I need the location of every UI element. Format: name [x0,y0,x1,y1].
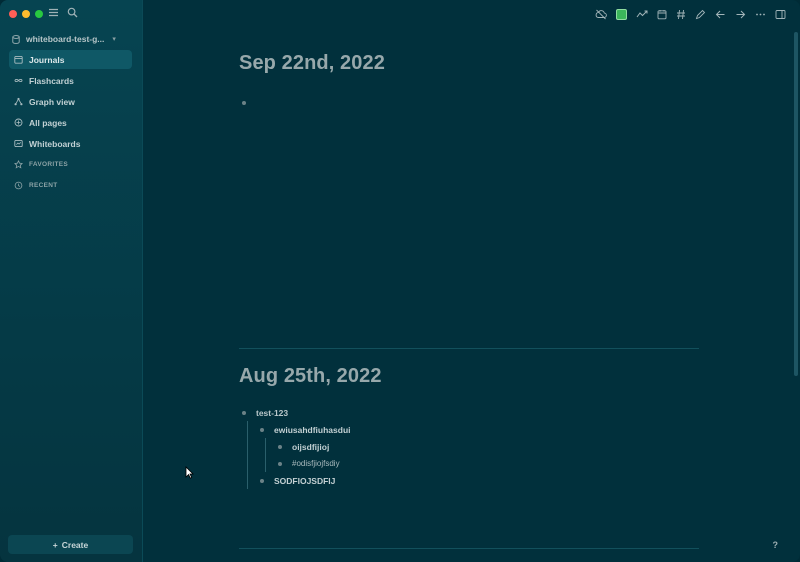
history-icon [14,181,23,190]
maximize-window-button[interactable] [35,10,43,18]
hashtag-icon[interactable] [676,9,686,20]
journal-entry: Sep 22nd, 2022 [239,52,699,110]
plus-icon: + [52,539,58,550]
journal-divider [239,548,699,549]
graph-name: whiteboard-test-g... [26,34,105,44]
calendar-icon [14,55,23,64]
top-toolbar [595,7,800,21]
sync-status-icon[interactable] [616,8,627,20]
block[interactable]: #odisfjiojfsdiy [278,455,699,472]
sidebar-item-whiteboards[interactable]: Whiteboards [9,134,132,153]
help-button[interactable]: ? [773,540,779,550]
pages-icon [14,118,23,127]
chevron-down-icon: ▾ [112,36,116,43]
search-icon[interactable] [67,7,78,18]
sidebar-item-label: Whiteboards [29,138,81,149]
block[interactable]: test-123 [242,404,699,421]
bullet-icon[interactable] [260,427,264,432]
bullet-icon[interactable] [278,461,282,466]
whiteboard-icon [14,139,23,148]
database-icon [12,34,20,44]
block-text[interactable]: oijsdfijioj [292,442,329,452]
sidebar-item-label: Journals [29,54,65,65]
block[interactable]: ewiusahdfiuhasdui [260,421,699,438]
block-children: oijsdfijioj #odisfjiojfsdiy [260,438,699,472]
sidebar-item-journals[interactable]: Journals [9,50,132,69]
sidebar-item-label: Flashcards [29,75,74,86]
bullet-icon[interactable] [242,410,246,415]
arrow-left-icon[interactable] [715,9,726,20]
scrollbar[interactable] [794,32,798,376]
create-button[interactable]: + Create [8,535,133,554]
menu-icon[interactable] [48,7,59,18]
graph-switcher[interactable]: whiteboard-test-g... ▾ [12,32,132,46]
journal-divider [239,348,699,349]
block-text[interactable]: ewiusahdfiuhasdui [274,425,351,435]
recent-label: RECENT [29,182,58,189]
app-window: whiteboard-test-g... ▾ Journals Flashcar… [0,0,800,562]
block[interactable]: oijsdfijioj [278,438,699,455]
bullet-icon[interactable] [260,478,264,483]
close-window-button[interactable] [9,10,17,18]
tag-link[interactable]: #odisfjiojfsdiy [292,459,340,468]
block-children: ewiusahdfiuhasdui oijsdfijioj #odisfjioj… [242,421,699,489]
infinity-icon [14,79,23,82]
journal-title[interactable]: Aug 25th, 2022 [239,365,699,388]
sidebar-item-all-pages[interactable]: All pages [9,113,132,132]
whiteboard-draw-icon[interactable] [695,9,706,20]
sidebar-item-graph-view[interactable]: Graph view [9,92,132,111]
favorites-section[interactable]: FAVORITES [9,155,132,174]
left-sidebar: whiteboard-test-g... ▾ Journals Flashcar… [0,0,143,562]
recent-section[interactable]: RECENT [9,176,132,195]
block-text[interactable]: test-123 [256,408,288,418]
right-sidebar-toggle-icon[interactable] [775,9,786,20]
favorites-label: FAVORITES [29,161,69,168]
star-icon [14,160,23,169]
main-content: Sep 22nd, 2022 Aug 25th, 2022 test-123 e… [143,0,800,562]
activity-icon[interactable] [636,9,648,20]
sidebar-item-label: Graph view [29,96,75,107]
journal-title[interactable]: Sep 22nd, 2022 [239,52,699,75]
calendar-icon[interactable] [657,9,667,20]
sidebar-item-label: All pages [29,117,67,128]
window-controls [9,10,43,18]
cloud-off-icon[interactable] [595,9,607,20]
sidebar-top-icons [48,7,78,18]
bullet-icon[interactable] [242,101,246,105]
mouse-cursor-icon [185,466,194,479]
block-text[interactable]: SODFIOJSDFIJ [274,476,335,486]
sidebar-item-flashcards[interactable]: Flashcards [9,71,132,90]
create-label: Create [61,539,89,550]
bullet-icon[interactable] [278,444,282,449]
graph-icon [14,97,23,106]
minimize-window-button[interactable] [22,10,30,18]
block-tree: test-123 ewiusahdfiuhasdui oijsdfijioj #… [239,404,699,489]
arrow-right-icon[interactable] [735,9,746,20]
block[interactable]: SODFIOJSDFIJ [260,472,699,489]
journal-entry: Aug 25th, 2022 test-123 ewiusahdfiuhasdu… [239,365,699,489]
sidebar-nav: Journals Flashcards Graph view All pages… [9,50,132,197]
more-icon[interactable] [755,9,766,20]
empty-block[interactable] [239,92,699,110]
